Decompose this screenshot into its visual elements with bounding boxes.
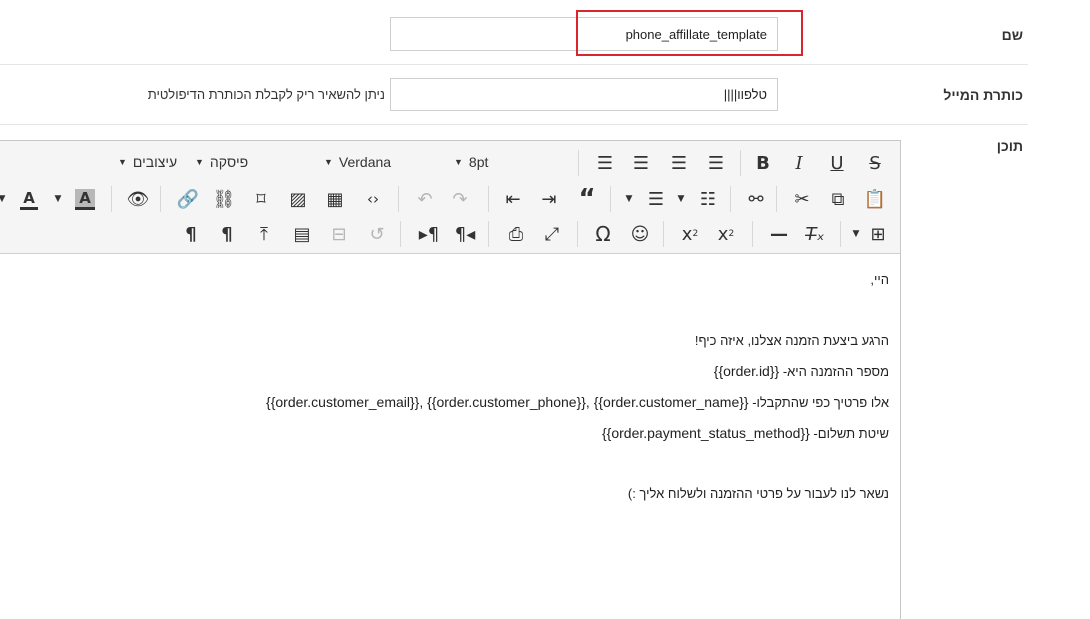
bg-color-icon[interactable]: A — [70, 185, 100, 213]
align-left-icon[interactable]: ☰ — [590, 149, 620, 177]
toolbar-separator — [578, 150, 579, 176]
chevron-down-icon[interactable]: ▼ — [848, 220, 864, 248]
superscript-icon[interactable]: x2 — [711, 220, 741, 248]
link-icon[interactable]: 🔗 — [173, 185, 203, 213]
source-code-icon[interactable]: ‹› — [358, 185, 388, 213]
table-icon[interactable]: ⊞ — [863, 220, 893, 248]
bookmark-icon[interactable]: ⌑ — [246, 185, 276, 213]
redo-icon[interactable]: ↷ — [445, 185, 475, 213]
page-break-icon[interactable]: ⊟ — [324, 220, 354, 248]
toolbar-separator — [663, 221, 664, 247]
row-divider — [0, 64, 1028, 65]
chevron-down-icon[interactable]: ▼ — [673, 185, 689, 213]
styles-select[interactable]: ▼ עיצובים — [118, 150, 177, 174]
restore-icon[interactable]: ↺ — [362, 220, 392, 248]
bold-icon[interactable]: B — [748, 149, 778, 177]
undo-icon[interactable]: ↶ — [410, 185, 440, 213]
copy-icon[interactable]: ⧉ — [823, 185, 853, 213]
special-char-icon[interactable]: Ω — [588, 220, 618, 248]
video-icon[interactable]: ▦ — [320, 185, 350, 213]
toolbar-separator — [776, 186, 777, 212]
chevron-down-icon[interactable]: ▼ — [0, 185, 10, 213]
content-line: שיטת תשלום- {{order.payment_status_metho… — [601, 425, 889, 441]
chevron-down-icon: ▼ — [454, 157, 463, 167]
row-divider — [0, 124, 1028, 125]
outdent-icon[interactable]: ⇤ — [498, 185, 528, 213]
chevron-down-icon[interactable]: ▼ — [621, 185, 637, 213]
font-family-select[interactable]: ▼ Verdana — [324, 150, 391, 174]
clear-format-icon[interactable]: T̶ₓ — [800, 220, 830, 248]
chevron-down-icon: ▼ — [324, 157, 333, 167]
smiley-icon[interactable]: ☺ — [625, 220, 655, 248]
editor-toolbar: S U I B ☰ ☰ ☰ ☰ ▼ 8pt ▼ Verdana ▼ פיסקה … — [0, 141, 900, 254]
bullet-list-icon[interactable]: ☰ — [641, 185, 671, 213]
chevron-down-icon: ▼ — [118, 157, 127, 167]
toolbar-separator — [488, 186, 489, 212]
content-line: מספר ההזמנה היא- {{order.id}} — [713, 363, 889, 379]
horizontal-line-icon[interactable]: — — [764, 220, 794, 248]
fullscreen-icon[interactable]: ⤢ — [537, 220, 567, 248]
blockquote-icon[interactable]: “ — [572, 184, 602, 214]
toolbar-separator — [400, 221, 401, 247]
indent-icon[interactable]: ⇥ — [534, 185, 564, 213]
subject-label: כותרת המייל — [943, 87, 1023, 103]
paragraph-mark-icon[interactable]: ¶ — [212, 220, 242, 248]
content-label: תוכן — [996, 138, 1023, 154]
editor-content[interactable]: היי, הרגע ביצעת הזמנה אצלנו, איזה כיף! מ… — [0, 255, 900, 619]
subject-field[interactable]: טלפוו|||| — [390, 78, 778, 111]
paragraph-format-select[interactable]: ▼ פיסקה — [195, 150, 248, 174]
find-icon[interactable]: ⚯ — [741, 185, 771, 213]
toolbar-separator — [610, 186, 611, 212]
align-right-icon[interactable]: ☰ — [664, 149, 694, 177]
cut-icon[interactable]: ✂ — [787, 185, 817, 213]
toolbar-separator — [398, 186, 399, 212]
numbered-list-icon[interactable]: ☷ — [693, 185, 723, 213]
toolbar-separator — [160, 186, 161, 212]
image-icon[interactable]: ▨ — [283, 185, 313, 213]
paste-icon[interactable]: 📋 — [860, 185, 890, 213]
subject-value: טלפוו|||| — [723, 87, 767, 102]
chevron-down-icon[interactable]: ▼ — [50, 185, 66, 213]
toolbar-separator — [740, 150, 741, 176]
align-justify-icon[interactable]: ☰ — [701, 149, 731, 177]
toolbar-separator — [488, 221, 489, 247]
toolbar-separator — [840, 221, 841, 247]
paragraph-mark-icon[interactable]: ¶ — [176, 220, 206, 248]
align-center-icon[interactable]: ☰ — [626, 149, 656, 177]
content-line: היי, — [870, 272, 889, 287]
chevron-down-icon: ▼ — [195, 157, 204, 167]
content-line: אלו פרטיך כפי שהתקבלו- {{order.customer_… — [266, 394, 889, 410]
italic-icon[interactable]: I — [784, 149, 814, 177]
print-icon[interactable]: ⎙ — [501, 220, 531, 248]
name-field-highlight — [576, 10, 803, 56]
toolbar-separator — [577, 221, 578, 247]
text-color-icon[interactable]: A — [14, 185, 44, 213]
unlink-icon[interactable]: ⛓ — [209, 185, 239, 213]
template-icon[interactable]: ▤ — [287, 220, 317, 248]
content-line: הרגע ביצעת הזמנה אצלנו, איזה כיף! — [694, 333, 889, 348]
content-line: נשאר לנו לעבור על פרטי ההזמנה ולשלוח אלי… — [627, 486, 889, 501]
strikethrough-icon[interactable]: S — [860, 149, 890, 177]
toolbar-separator — [752, 221, 753, 247]
preview-eye-icon[interactable]: 👁 — [123, 185, 153, 213]
subject-hint: ניתן להשאיר ריק לקבלת הכותרת הדיפולטית — [147, 87, 385, 102]
subscript-icon[interactable]: x2 — [675, 220, 705, 248]
rtl-direction-icon[interactable]: ¶◂ — [450, 220, 480, 248]
font-size-select[interactable]: ▼ 8pt — [454, 150, 488, 174]
toolbar-separator — [730, 186, 731, 212]
name-label: שם — [1001, 27, 1023, 43]
upload-icon[interactable]: ⤒ — [249, 220, 279, 248]
rich-text-editor: S U I B ☰ ☰ ☰ ☰ ▼ 8pt ▼ Verdana ▼ פיסקה … — [0, 140, 901, 619]
underline-icon[interactable]: U — [822, 149, 852, 177]
toolbar-separator — [111, 186, 112, 212]
ltr-direction-icon[interactable]: ▸¶ — [414, 220, 444, 248]
